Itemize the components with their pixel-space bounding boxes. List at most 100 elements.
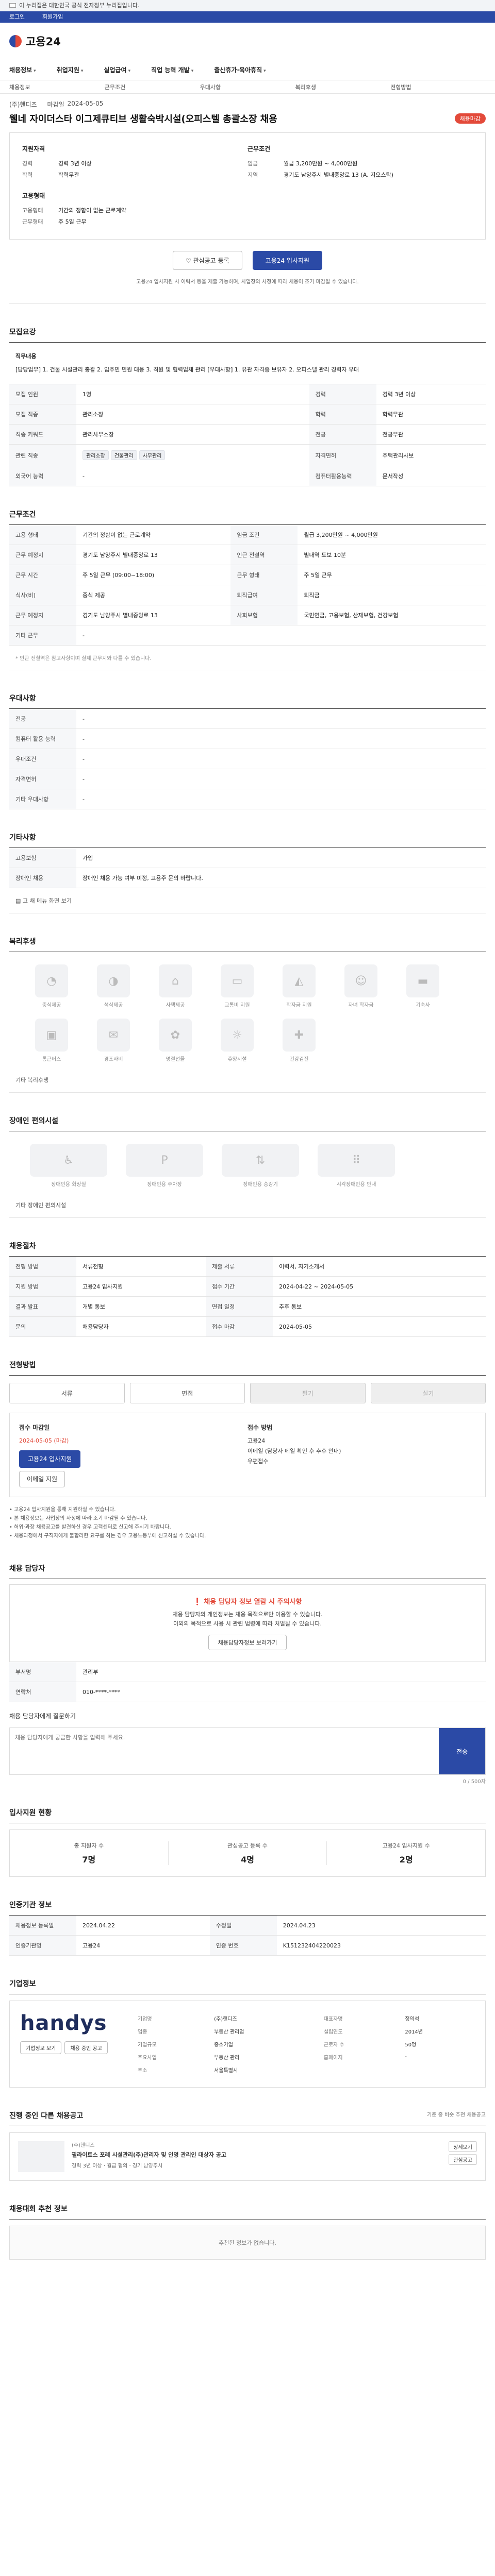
resort-icon: ☼ [221, 1019, 254, 1052]
facility-label: 장애인용 화장실 [51, 1182, 86, 1188]
welfare-label: 중식제공 [42, 1003, 61, 1008]
youth-section: 채용대회 추천 정보 추천된 정보가 없습니다. [9, 2204, 486, 2260]
welfare-label: 건강검진 [289, 1057, 309, 1062]
cell-key: 기업명 [138, 2016, 152, 2022]
company-info-button[interactable]: 기업정보 보기 [20, 2041, 62, 2054]
cell-key: 관련 직종 [9, 444, 76, 466]
cell-key: 외국어 능력 [9, 466, 76, 486]
table-row: 주소 서울특별시 [135, 2064, 474, 2076]
rec-detail-button[interactable]: 상세보기 [449, 2141, 477, 2152]
gnb-item-label: 출산휴가·육아휴직 [214, 66, 262, 74]
rec-meta: 월급 협의 [107, 2163, 128, 2169]
bus-icon: ▭ [221, 964, 254, 997]
company-jobs-button[interactable]: 채용 중인 공고 [64, 2041, 108, 2054]
rec-title[interactable]: 필라이트스 포레 시설관리(주)관리자 및 인명 관리인 대상자 공고 [72, 2150, 443, 2160]
cell-value: 경기도 남양주시 별내중앙로 13 [76, 605, 231, 625]
gnb-item-benefit[interactable]: 실업급여 ▾ [104, 65, 130, 74]
method-section: 전형방법 서류 면접 필기 실기 접수 마감일 2024-05-05 (마감) … [9, 1360, 486, 1540]
stat-label: 관심공고 등록 수 [227, 1842, 268, 1849]
apply-button-2[interactable]: 고용24 입사지원 [19, 1450, 81, 1468]
table-row: 전형 방법 서류전형 제출 서류 이력서, 자기소개서 [9, 1257, 486, 1277]
table-row: 식사(비) 중식 제공 퇴직급여 퇴직금 [9, 585, 486, 605]
warn-line: 채용 담당자의 개인정보는 채용 목적으로만 이용할 수 있습니다. [172, 1611, 323, 1618]
cell-value: 장애인 채용 가능 여부 미정, 고용주 문의 바랍니다. [76, 868, 486, 888]
scrap-button[interactable]: ♡ 관심공고 등록 [173, 251, 242, 270]
apply-deadline: 2024-05-05 (마감) [19, 1437, 69, 1444]
recommend-card[interactable]: (주)핸디즈 필라이트스 포레 시설관리(주)관리자 및 인명 관리인 대상자 … [9, 2132, 486, 2181]
char-count: 0 / 500자 [463, 1779, 486, 1785]
table-row: 고용보험 가입 [9, 848, 486, 868]
table-row: 모집 직종 관리소장 학력 학력무관 [9, 404, 486, 425]
facility-label: 시각장애인용 안내 [336, 1182, 376, 1188]
cell-key: 고용 형태 [9, 525, 76, 545]
summary-box: 지원자격 경력 경력 3년 이상 학력 학력무관 근무조건 임금 월급 3,200만원… [9, 132, 486, 240]
gov-banner-text: 이 누리집은 대한민국 공식 전자정부 누리집입니다. [19, 2, 140, 9]
gnb-item-training[interactable]: 직업 능력 개발 ▾ [151, 65, 193, 74]
kv-value: 기간의 정함이 없는 근로계약 [58, 207, 126, 214]
cell-key: 주소 [138, 2068, 147, 2074]
duty-text: [담당업무] 1. 건물 시설관리 총괄 2. 입주민 민원 대응 3. 직원 … [15, 366, 359, 373]
cell-value: 2024.04.22 [76, 1916, 210, 1936]
welfare-item: ☼ 휴양시설 [216, 1019, 259, 1062]
company-name: (주)핸디즈 [9, 101, 37, 108]
manager-table: 부서명 관리부 연락처 010-****-**** [9, 1662, 486, 1702]
logo-icon[interactable] [9, 35, 22, 47]
cell-value: K151232404220023 [276, 1935, 486, 1956]
login-link[interactable]: 로그인 [9, 11, 25, 23]
status-badge: 채용마감 [454, 113, 486, 124]
summary-title: 지원자격 [22, 145, 45, 152]
cap-icon: ◭ [283, 964, 316, 997]
anchor-work[interactable]: 근무조건 [105, 83, 200, 91]
gnb-item-leave[interactable]: 출산휴가·육아휴직 ▾ [214, 65, 266, 74]
anchor-recruit[interactable]: 채용정보 [9, 83, 105, 91]
section-title: 장애인 편의시설 [9, 1115, 486, 1131]
cell-key: 대표자명 [323, 2016, 343, 2022]
flag-icon [9, 3, 16, 8]
cell-key: 채용정보 등록일 [9, 1916, 76, 1936]
table-row: 업종 부동산 관리업 설립연도 2014년 [135, 2025, 474, 2037]
gnb-item-support[interactable]: 취업지원 ▾ [57, 65, 84, 74]
welfare-label: 명절선물 [166, 1057, 185, 1062]
kv-key: 지역 [248, 172, 258, 178]
apply-button[interactable]: 고용24 입사지원 [252, 251, 322, 270]
pref-section: 우대사항 전공 - 컴퓨터 활용 능력 - 우대조건 - 자격면허 - 기타 우대사항 - [9, 693, 486, 809]
send-button[interactable]: 전송 [439, 1728, 485, 1774]
cell-value: 채용담당자 [76, 1316, 206, 1337]
work-section: 근무조건 고용 형태 기간의 정함이 없는 근로계약 임금 조건 월급 3,200만원… [9, 509, 486, 670]
alert-icon: ❗ [193, 1598, 204, 1606]
agency-table: 채용정보 등록일 2024.04.22 수정일 2024.04.23 인증기관명 고용2… [9, 1916, 486, 1956]
rec-scrap-button[interactable]: 관심공고 [449, 2154, 477, 2165]
welfare-item: ✉ 경조사비 [92, 1019, 135, 1062]
health-icon: ✚ [283, 1019, 316, 1052]
inquiry-input[interactable] [10, 1728, 439, 1774]
signup-link[interactable]: 회원가입 [42, 11, 63, 23]
section-title: 채용 담당자 [9, 1563, 486, 1579]
apply-notice: 고용24 입사지원 시 이력서 등을 제출 가능하며, 사업장의 사정에 따라 … [136, 279, 359, 285]
etc-link[interactable]: 고 채 메뉴 화면 보기 [23, 897, 72, 904]
anchor-welfare[interactable]: 복리후생 [295, 83, 390, 91]
cell-value: 정의석 [405, 2016, 419, 2022]
cell-value: 중소기업 [214, 2042, 233, 2048]
heart-icon: ♡ [186, 257, 193, 264]
apply-box: 접수 마감일 2024-05-05 (마감) 고용24 입사지원 이메일 지원 … [9, 1413, 486, 1497]
cell-key: 고용보험 [9, 848, 76, 868]
kv-key: 근무형태 [22, 218, 43, 225]
logo[interactable]: 고용24 [26, 33, 61, 49]
gnb-item-label: 채용정보 [9, 66, 32, 74]
table-row: 기업명 (주)핸디즈 대표자명 정의석 [135, 2012, 474, 2024]
facility-item: P 장애인용 주차장 [126, 1144, 203, 1188]
email-apply-button[interactable]: 이메일 지원 [19, 1471, 65, 1487]
cell-value: - [76, 709, 486, 729]
chevron-down-icon: ▾ [34, 69, 36, 74]
chevron-down-icon: ▾ [191, 69, 194, 74]
section-title: 전형방법 [9, 1360, 486, 1376]
warn-title: 채용 담당자 정보 열람 시 주의사항 [204, 1598, 302, 1606]
cell-value: 월급 3,200만원 ~ 4,000만원 [298, 525, 486, 545]
view-manager-button[interactable]: 채용담당자정보 보러가기 [208, 1635, 287, 1650]
anchor-method[interactable]: 전형방법 [390, 83, 486, 91]
gnb-item-jobs[interactable]: 채용정보 ▾ [9, 65, 36, 74]
anchor-pref[interactable]: 우대사항 [200, 83, 295, 91]
cell-key: 우대조건 [9, 749, 76, 769]
cell-key: 홈페이지 [323, 2055, 343, 2061]
cell-key: 기타 근무 [9, 625, 76, 646]
